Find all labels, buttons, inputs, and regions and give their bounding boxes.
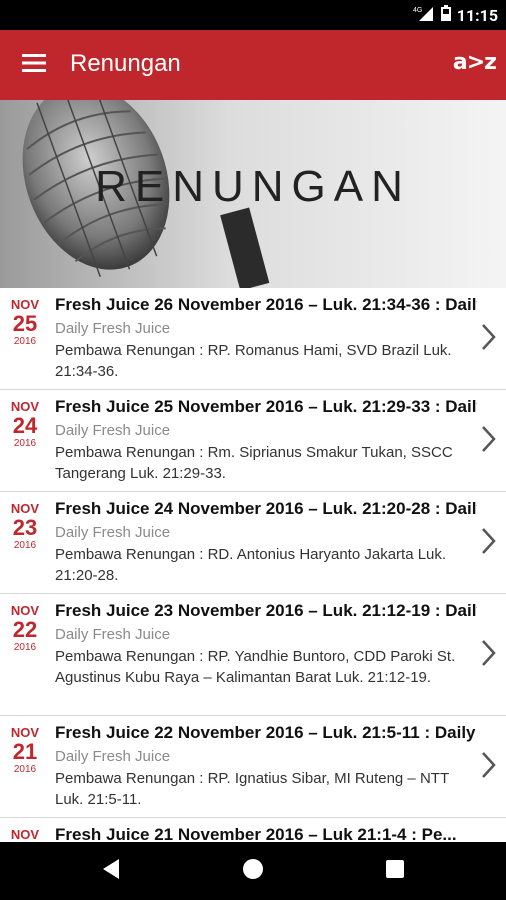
app-bar: Renungan a>z (0, 30, 506, 100)
date-year: 2016 (13, 642, 37, 653)
item-category: Daily Fresh Juice (55, 626, 171, 643)
item-category: Daily Fresh Juice (55, 748, 171, 765)
date-month: NOV (10, 603, 40, 618)
item-title: Fresh Juice 25 November 2016 – Luk. 21:2… (55, 397, 477, 416)
banner-title: RENUNGAN (95, 162, 411, 211)
svg-text:4G: 4G (413, 7, 422, 14)
chevron-right-icon (478, 424, 498, 454)
date-month: NOV (10, 725, 40, 740)
date-month: NOV (10, 501, 40, 516)
item-category: Daily Fresh Juice (55, 524, 171, 541)
date-day: 23 (12, 515, 38, 540)
hamburger-icon (22, 53, 46, 78)
list-item[interactable]: NOV 24 2016 Fresh Juice 25 November 2016… (0, 390, 506, 492)
item-category: Daily Fresh Juice (55, 320, 171, 337)
date-day: 25 (12, 311, 38, 336)
page-title: Renungan (70, 50, 181, 77)
recents-button[interactable] (380, 856, 410, 886)
system-nav-bar (0, 842, 506, 900)
menu-button[interactable] (14, 46, 54, 84)
date-badge: NOV 23 2016 (8, 501, 42, 552)
item-title: Fresh Juice 21 November 2016 – Luk 21:1-… (55, 825, 457, 842)
date-year: 2016 (13, 336, 37, 347)
back-triangle-icon (101, 858, 121, 885)
home-button[interactable] (238, 856, 268, 886)
list-item[interactable]: NOV 21 2016 Fresh Juice 22 November 2016… (0, 716, 506, 818)
az-sort-button[interactable]: a>z (453, 50, 497, 75)
chevron-right-icon (478, 526, 498, 556)
item-title: Fresh Juice 23 November 2016 – Luk. 21:1… (55, 601, 477, 620)
date-day: 24 (12, 413, 38, 438)
header-banner: RENUNGAN (0, 100, 506, 288)
list-item[interactable]: NOV 22 2016 Fresh Juice 23 November 2016… (0, 594, 506, 716)
chevron-right-icon (478, 322, 498, 352)
back-button[interactable] (96, 856, 126, 886)
date-month: NOV (10, 297, 40, 312)
list-item[interactable]: NOV 23 2016 Fresh Juice 24 November 2016… (0, 492, 506, 594)
item-title: Fresh Juice 22 November 2016 – Luk. 21:5… (55, 723, 477, 742)
date-month: NOV (10, 827, 40, 842)
date-badge: NOV 21 2016 (8, 725, 42, 776)
chevron-right-icon (478, 638, 498, 668)
home-circle-icon (241, 857, 265, 886)
item-title: Fresh Juice 26 November 2016 – Luk. 21:3… (55, 295, 477, 314)
item-description: Pembawa Renungan : Rm. Siprianus Smakur … (55, 444, 453, 482)
status-time: 11:15 (456, 5, 498, 25)
date-day: 21 (12, 739, 38, 764)
status-bar: 4G 11:15 (0, 0, 506, 30)
item-description: Pembawa Renungan : RD. Antonius Haryanto… (55, 546, 447, 584)
recents-square-icon (385, 859, 405, 884)
battery-icon (440, 4, 451, 26)
signal-icon: 4G (413, 5, 435, 26)
date-badge: NOV (8, 828, 42, 842)
date-year: 2016 (13, 438, 37, 449)
date-year: 2016 (13, 764, 37, 775)
date-year: 2016 (13, 540, 37, 551)
list-item[interactable]: NOV 25 2016 Fresh Juice 26 November 2016… (0, 288, 506, 390)
item-category: Daily Fresh Juice (55, 422, 171, 439)
date-badge: NOV 22 2016 (8, 603, 42, 654)
item-description: Pembawa Renungan : RP. Yandhie Buntoro, … (55, 648, 456, 686)
date-month: NOV (10, 399, 40, 414)
item-description: Pembawa Renungan : RP. Ignatius Sibar, M… (55, 770, 449, 808)
item-title: Fresh Juice 24 November 2016 – Luk. 21:2… (55, 499, 477, 518)
date-badge: NOV 24 2016 (8, 399, 42, 450)
renungan-list: NOV 25 2016 Fresh Juice 26 November 2016… (0, 288, 506, 842)
item-description: Pembawa Renungan : RP. Romanus Hami, SVD… (55, 342, 452, 380)
date-badge: NOV 25 2016 (8, 297, 42, 348)
chevron-right-icon (478, 750, 498, 780)
date-day: 22 (12, 617, 38, 642)
list-item[interactable]: NOV Fresh Juice 21 November 2016 – Luk 2… (0, 818, 506, 842)
